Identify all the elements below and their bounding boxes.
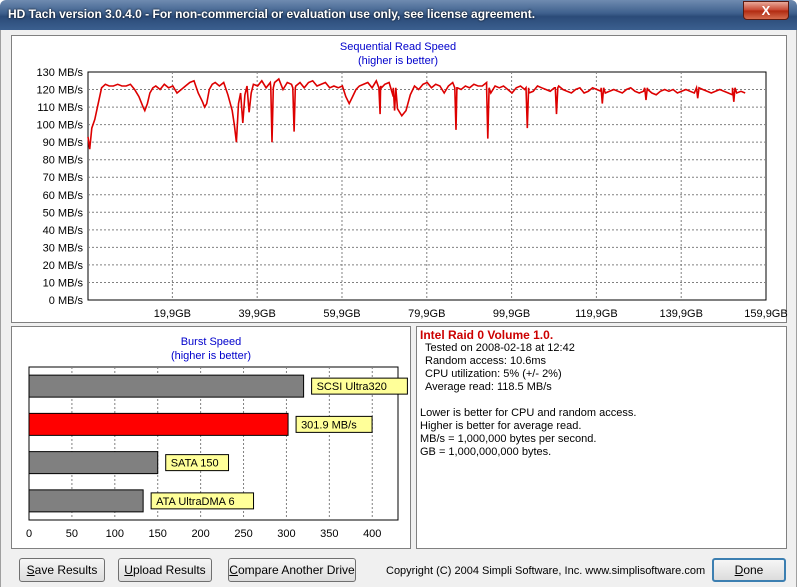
save-accel: S <box>26 563 35 577</box>
seq-y-tick-label: 100 MB/s <box>37 120 84 132</box>
note-line: Lower is better for CPU and random acces… <box>420 407 637 419</box>
seq-y-tick-label: 60 MB/s <box>43 190 84 202</box>
compare-accel: C <box>229 563 238 577</box>
seq-chart-subtitle: (higher is better) <box>358 55 438 67</box>
compare-label: ompare Another Drive <box>237 563 355 577</box>
tested-on-text: Tested on 2008-02-18 at 12:42 <box>425 342 575 354</box>
seq-y-tick-label: 0 MB/s <box>49 295 84 307</box>
seq-grid <box>87 71 767 301</box>
done-label: one <box>743 563 764 577</box>
seq-y-tick-label: 50 MB/s <box>43 207 84 219</box>
upload-accel: U <box>124 563 133 577</box>
copyright-text: Copyright (C) 2004 Simpli Software, Inc.… <box>386 565 706 577</box>
seq-x-axis: 19,9GB 39,9GB 59,9GB 79,9GB 99,9GB 119,9GB 139… <box>154 308 788 320</box>
seq-chart-title: Sequential Read Speed <box>340 41 456 53</box>
seq-y-tick-label: 120 MB/s <box>37 85 84 97</box>
note-line: MB/s = 1,000,000 bytes per second. <box>420 433 597 445</box>
seq-y-tick-label: 30 MB/s <box>43 242 84 254</box>
seq-y-tick-label: 10 MB/s <box>43 277 84 289</box>
seq-y-tick-label: 40 MB/s <box>43 225 84 237</box>
seq-y-tick-label: 70 MB/s <box>43 172 84 184</box>
note-line: GB = 1,000,000,000 bytes. <box>420 446 552 458</box>
seq-y-tick-label: 80 MB/s <box>43 155 84 167</box>
seq-x-tick-label: 99,9GB <box>493 308 530 320</box>
save-results-button[interactable]: Save Results <box>19 558 105 582</box>
seq-x-tick-label: 139,9GB <box>659 308 702 320</box>
done-button[interactable]: Done <box>712 558 786 582</box>
save-label: ave Results <box>34 563 98 577</box>
done-accel: D <box>734 563 744 577</box>
seq-x-tick-label: 39,9GB <box>239 308 276 320</box>
note-line: Higher is better for average read. <box>420 420 582 432</box>
upload-label: pload Results <box>132 563 206 577</box>
compare-another-drive-button[interactable]: Compare Another Drive <box>228 558 356 582</box>
seq-x-tick-label: 19,9GB <box>154 308 191 320</box>
seq-y-axis: 130 MB/s 120 MB/s 110 MB/s 100 MB/s 90 MB/s 8… <box>37 67 84 307</box>
random-access-text: Random access: 10.6ms <box>425 355 547 367</box>
average-read-text: Average read: 118.5 MB/s <box>425 381 552 393</box>
drive-title: Intel Raid 0 Volume 1.0. <box>420 328 554 342</box>
upload-results-button[interactable]: Upload Results <box>118 558 212 582</box>
seq-x-tick-label: 79,9GB <box>408 308 445 320</box>
seq-x-tick-label: 159,9GB <box>744 308 787 320</box>
sequential-read-chart: Sequential Read Speed (higher is better)… <box>37 41 788 320</box>
seq-y-tick-label: 20 MB/s <box>43 260 84 272</box>
seq-y-tick-label: 110 MB/s <box>37 102 83 114</box>
seq-x-tick-label: 119,9GB <box>575 308 618 320</box>
cpu-utilization-text: CPU utilization: 5% (+/- 2%) <box>425 368 562 380</box>
seq-y-tick-label: 130 MB/s <box>37 67 84 79</box>
seq-y-tick-label: 90 MB/s <box>43 137 84 149</box>
seq-x-tick-label: 59,9GB <box>323 308 360 320</box>
